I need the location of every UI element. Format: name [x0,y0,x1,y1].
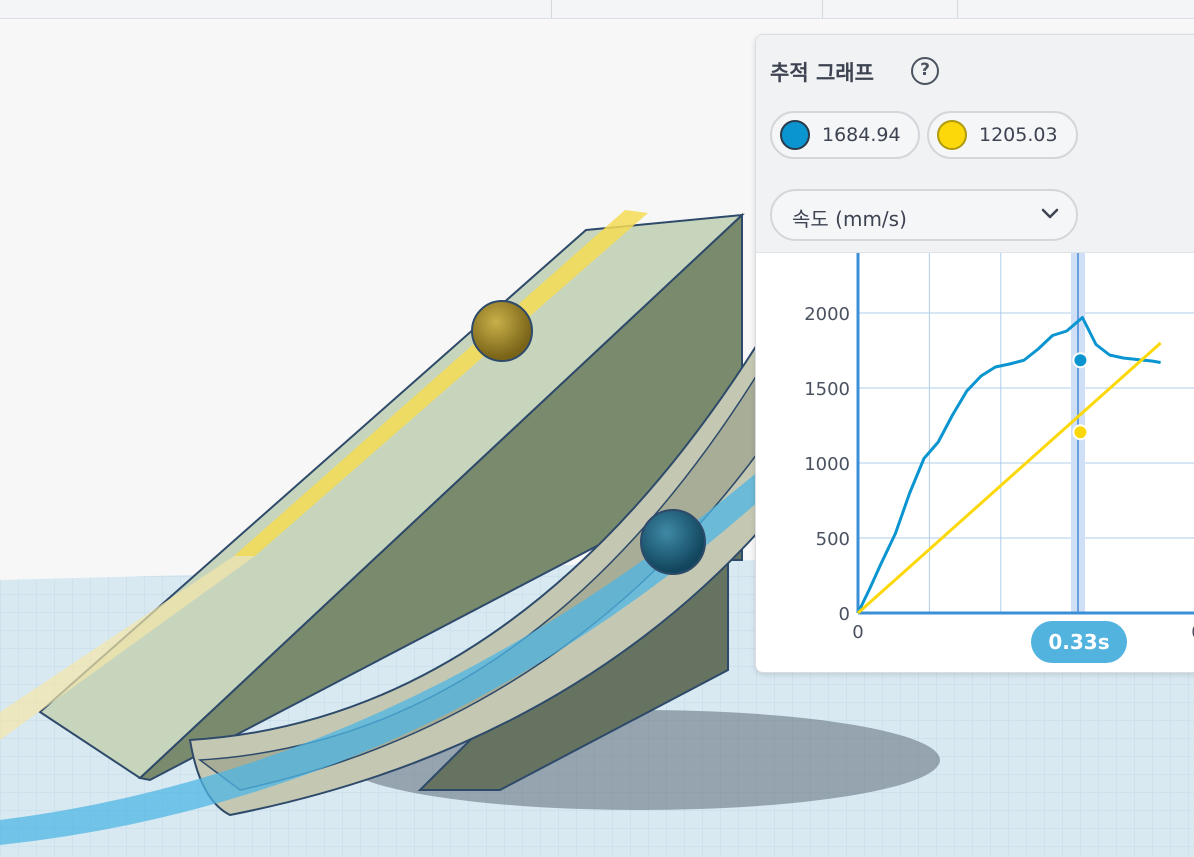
time-label: 0.33s [1048,630,1109,654]
series-line-0 [856,316,1161,614]
toolbar-divider [551,0,552,18]
toolbar-divider [957,0,958,18]
y-tick-label: 1000 [804,454,850,475]
top-toolbar [0,0,1194,19]
marker-pill-blue[interactable]: 1684.94 [770,111,920,159]
marker-pill-yellow[interactable]: 1205.03 [927,111,1078,159]
gold-ball[interactable] [471,300,533,362]
yellow-dot-icon [937,120,967,150]
tracking-chart[interactable]: 2000150010005000 00. 0.33s [756,253,1194,672]
series-line-1 [857,341,1162,615]
y-tick-label: 0 [839,604,850,625]
metric-select[interactable]: 속도 (mm/s) [770,189,1078,241]
x-tick-label: 0 [852,622,863,643]
y-tick-label: 500 [816,529,850,550]
panel-title: 추적 그래프 [770,61,874,85]
cursor-point-1[interactable] [1072,424,1089,441]
chevron-down-icon [1041,208,1059,219]
y-tick-label: 1500 [804,379,850,400]
toolbar-divider [822,0,823,18]
blue-ball[interactable] [640,509,706,575]
tracking-graph-panel: 추적 그래프 ? 1684.94 1205.03 속도 (mm/s) 2000 1… [755,34,1194,673]
y-tick-label: 2000 [804,304,850,325]
marker-value-yellow: 1205.03 [979,124,1058,146]
chart-grid [858,253,1194,613]
panel-header: 추적 그래프 ? 1684.94 1205.03 속도 (mm/s) [756,35,1194,253]
marker-value-blue: 1684.94 [822,124,901,146]
blue-dot-icon [780,120,810,150]
cursor-point-0[interactable] [1072,352,1089,369]
metric-select-value: 속도 (mm/s) [792,207,907,231]
help-icon[interactable]: ? [911,57,939,85]
